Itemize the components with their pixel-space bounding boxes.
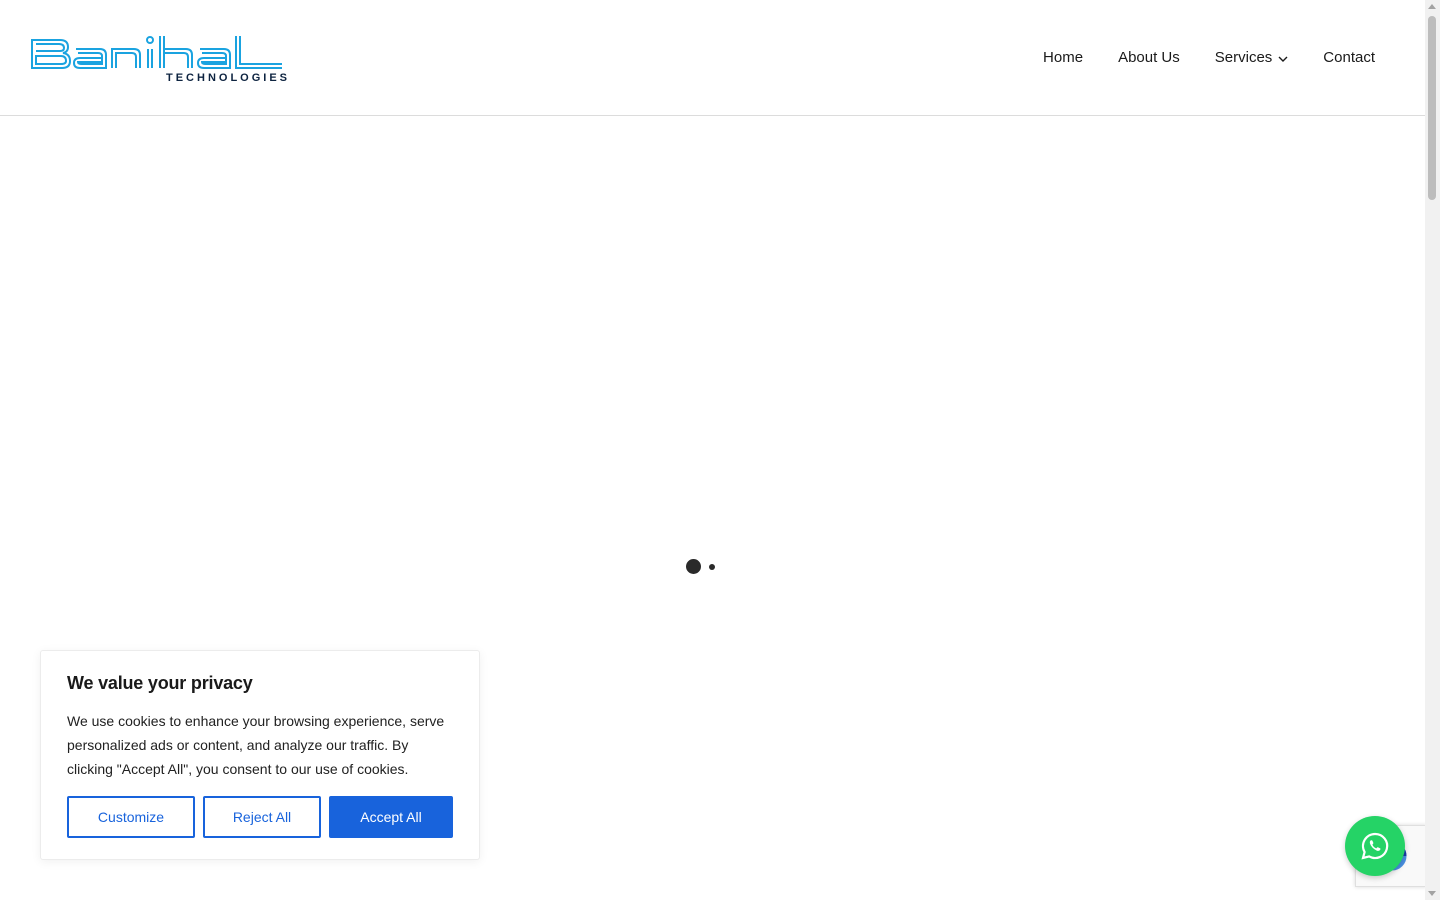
cookie-consent-banner: We value your privacy We use cookies to … [40,650,480,860]
loading-indicator [686,558,726,576]
loading-dot-large [686,559,701,574]
site-header: TECHNOLOGIES Home About Us Services Cont… [0,0,1425,116]
loading-dot-small [709,564,715,570]
nav-item-label: Home [1043,49,1084,66]
whatsapp-icon [1361,832,1389,860]
scroll-up-arrow-icon[interactable] [1428,4,1436,9]
scroll-down-arrow-icon[interactable] [1428,891,1436,896]
cookie-title: We value your privacy [67,673,253,693]
scrollbar-thumb[interactable] [1428,16,1436,200]
nav-item-label: Services [1214,49,1273,66]
logo-tagline: TECHNOLOGIES [166,72,291,84]
chevron-down-icon [1278,49,1288,66]
nav-item-about-us[interactable]: About Us [1118,49,1180,66]
main-nav: Home About Us Services Contact [1008,0,1375,115]
nav-item-services[interactable]: Services [1215,49,1289,66]
reject-all-button[interactable]: Reject All [203,796,321,838]
site-logo[interactable]: TECHNOLOGIES [30,32,287,88]
customize-button[interactable]: Customize [67,796,195,838]
nav-item-label: Contact [1323,49,1375,66]
vertical-scrollbar[interactable] [1425,0,1440,900]
cookie-description: We use cookies to enhance your browsing … [67,713,445,777]
nav-item-home[interactable]: Home [1043,49,1083,66]
whatsapp-chat-button[interactable] [1345,816,1405,876]
nav-item-contact[interactable]: Contact [1323,49,1375,66]
accept-all-button[interactable]: Accept All [329,796,453,838]
nav-item-label: About Us [1118,49,1180,66]
